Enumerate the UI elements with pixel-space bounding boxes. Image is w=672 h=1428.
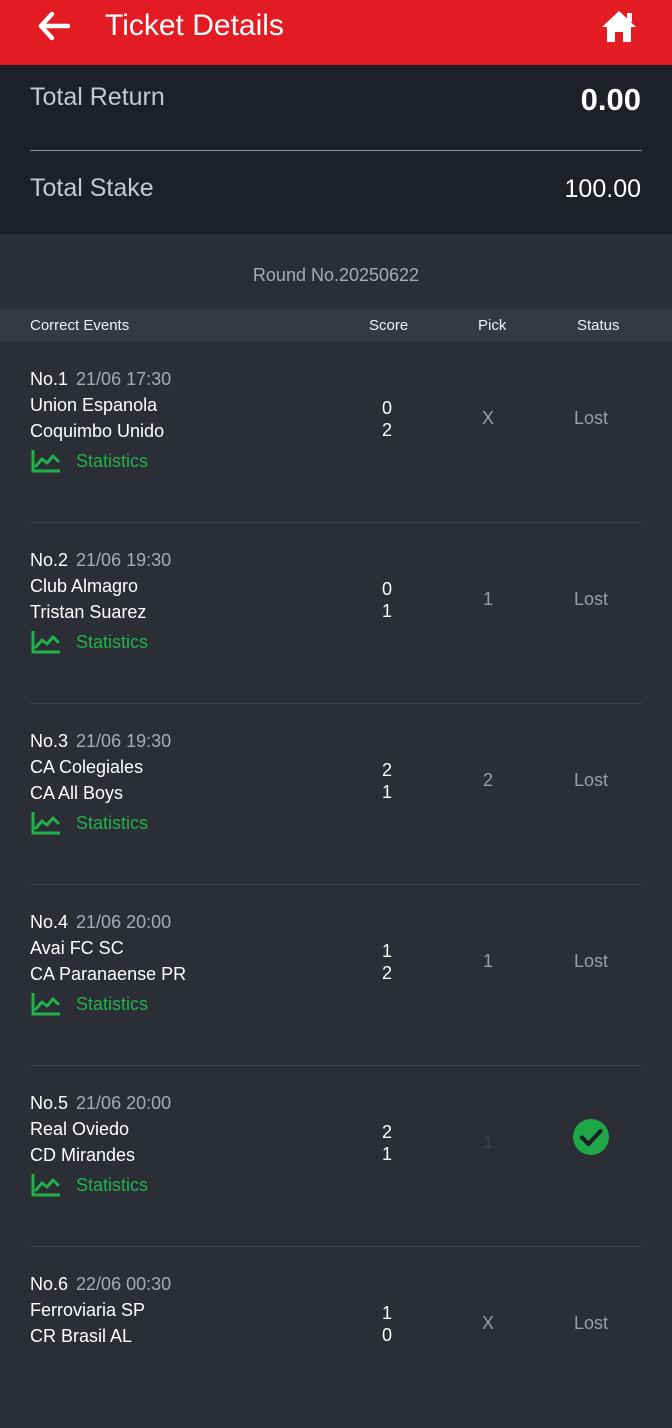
home-button[interactable]	[598, 6, 640, 46]
total-return-value: 0.00	[580, 82, 641, 117]
home-team: CA Colegiales	[30, 757, 144, 777]
event-number: No.5	[30, 1093, 69, 1113]
event-row: No.3 21/06 19:30 CA Colegiales CA All Boys 2…	[0, 704, 672, 885]
line-chart-icon	[31, 631, 60, 654]
back-button[interactable]	[34, 8, 74, 44]
home-score: 0	[381, 398, 392, 418]
home-score: 1	[381, 1303, 392, 1323]
event-pick: 1	[482, 951, 493, 971]
away-score: 0	[381, 1325, 392, 1345]
statistics-label: Statistics	[76, 993, 149, 1014]
event-pick: X	[481, 408, 494, 428]
away-score: 2	[381, 963, 392, 983]
ticket-summary: Total Return 0.00 Total Stake 100.00	[0, 65, 672, 234]
away-score: 2	[381, 420, 392, 440]
check-circle-icon	[573, 1119, 609, 1155]
total-stake-label: Total Stake	[30, 174, 154, 202]
statistics-link[interactable]: Statistics	[30, 810, 148, 836]
event-status: Lost	[573, 951, 609, 971]
summary-divider	[30, 150, 642, 151]
column-score: Score	[369, 317, 409, 334]
home-score: 2	[381, 760, 392, 780]
line-chart-icon	[31, 993, 60, 1016]
event-header: No.6 22/06 00:30	[30, 1274, 171, 1295]
column-pick: Pick	[478, 317, 507, 334]
event-pick: X	[481, 1313, 494, 1333]
page-title: Ticket Details	[105, 9, 284, 42]
column-correct-events: Correct Events	[30, 317, 130, 334]
away-team: CA Paranaense PR	[30, 964, 187, 984]
event-header: No.2 21/06 19:30	[30, 550, 171, 571]
home-team: Real Oviedo	[30, 1119, 130, 1139]
event-header: No.3 21/06 19:30	[30, 731, 171, 752]
events-table-header: Correct Events Score Pick Status	[0, 309, 672, 342]
event-status: Lost	[573, 408, 609, 428]
statistics-label: Statistics	[76, 812, 149, 833]
event-status: Lost	[573, 589, 609, 609]
event-pick: 1	[482, 589, 493, 609]
app-header: Ticket Details	[0, 0, 672, 65]
event-header: No.1 21/06 17:30	[30, 369, 171, 390]
event-number: No.2	[30, 550, 69, 570]
event-time: 21/06 19:30	[76, 550, 172, 570]
home-team: Ferroviaria SP	[30, 1300, 146, 1320]
away-team: Coquimbo Unido	[30, 421, 165, 441]
event-pick: 1	[482, 1132, 493, 1152]
event-row: No.5 21/06 20:00 Real Oviedo CD Mirandes 2 1 1…	[0, 1066, 672, 1247]
line-chart-icon	[31, 450, 60, 473]
arrow-left-icon	[38, 11, 70, 41]
event-row: No.4 21/06 20:00 Avai FC SC CA Paranaense P…	[0, 885, 672, 1066]
event-row: No.6 22/06 00:30 Ferroviaria SP CR Brasil A…	[0, 1247, 672, 1428]
home-score: 0	[381, 579, 392, 599]
statistics-link[interactable]: Statistics	[30, 629, 148, 655]
event-time: 21/06 20:00	[76, 1093, 172, 1113]
home-team: Avai FC SC	[30, 938, 124, 958]
event-time: 21/06 19:30	[76, 731, 172, 751]
event-number: No.6	[30, 1274, 69, 1294]
event-number: No.1	[30, 369, 69, 389]
line-chart-icon	[31, 1174, 60, 1197]
event-header: No.4 21/06 20:00	[30, 912, 171, 933]
statistics-link[interactable]: Statistics	[30, 1172, 148, 1198]
event-number: No.4	[30, 912, 69, 932]
home-icon	[602, 11, 636, 42]
event-pick: 2	[482, 770, 493, 790]
home-score: 1	[381, 941, 392, 961]
total-return-label: Total Return	[30, 83, 165, 111]
statistics-label: Statistics	[76, 631, 149, 652]
home-team: Union Espanola	[30, 395, 158, 415]
event-row: No.1 21/06 17:30 Union Espanola Coquimbo Un…	[0, 342, 672, 523]
away-team: CD Mirandes	[30, 1145, 136, 1165]
home-score: 2	[381, 1122, 392, 1142]
event-time: 21/06 20:00	[76, 912, 172, 932]
away-team: CA All Boys	[30, 783, 124, 803]
total-stake-value: 100.00	[564, 175, 641, 203]
away-team: Tristan Suarez	[30, 602, 147, 622]
statistics-label: Statistics	[76, 450, 149, 471]
away-score: 1	[381, 601, 392, 621]
away-team: CR Brasil AL	[30, 1326, 133, 1346]
column-status: Status	[577, 317, 620, 334]
event-number: No.3	[30, 731, 69, 751]
event-time: 21/06 17:30	[76, 369, 172, 389]
statistics-link[interactable]: Statistics	[30, 991, 148, 1017]
away-score: 1	[381, 1144, 392, 1164]
event-status: Lost	[573, 1313, 609, 1333]
away-score: 1	[381, 782, 392, 802]
statistics-label: Statistics	[76, 1174, 149, 1195]
line-chart-icon	[31, 812, 60, 835]
event-time: 22/06 00:30	[76, 1274, 172, 1294]
round-number: Round No.20250622	[252, 265, 420, 285]
home-team: Club Almagro	[30, 576, 139, 596]
statistics-link[interactable]: Statistics	[30, 448, 148, 474]
event-header: No.5 21/06 20:00	[30, 1093, 171, 1114]
event-row: No.2 21/06 19:30 Club Almagro Tristan Suare…	[0, 523, 672, 704]
event-status: Lost	[573, 770, 609, 790]
